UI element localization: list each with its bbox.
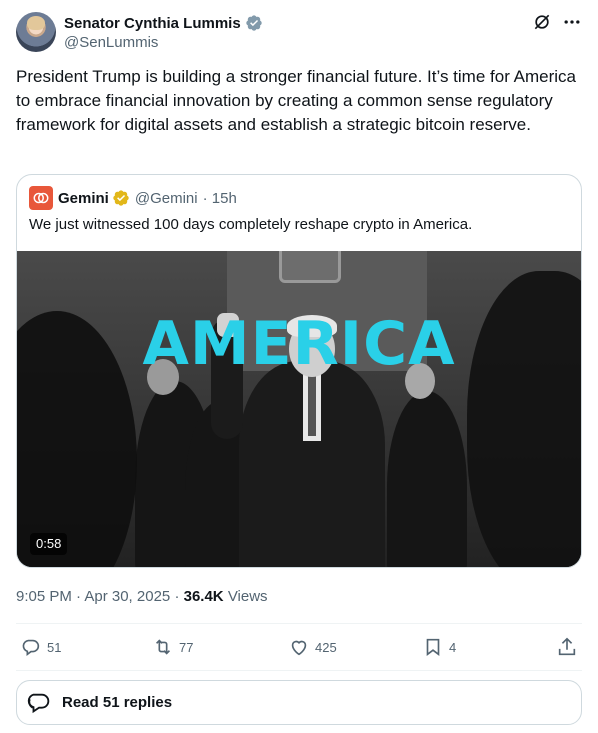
video-player[interactable]: AMERICA 0:58	[17, 251, 581, 567]
video-overlay-text: AMERICA	[142, 309, 456, 379]
like-button[interactable]: 425	[288, 636, 337, 658]
post-header: Senator Cynthia Lummis @SenLummis	[16, 12, 582, 54]
quoted-post-text: We just witnessed 100 days completely re…	[29, 216, 473, 233]
like-icon	[291, 640, 307, 656]
author-name[interactable]: Senator Cynthia Lummis	[64, 15, 241, 32]
replies-bubble-icon	[27, 693, 50, 713]
divider	[16, 670, 582, 671]
quoted-post-header: Gemini @Gemini · 15h	[29, 186, 237, 210]
gemini-logo[interactable]	[29, 186, 53, 210]
views-count: 36.4K	[183, 588, 224, 605]
quoted-post-age: · 15h	[202, 189, 237, 207]
post-text: President Trump is building a stronger f…	[16, 67, 576, 134]
post-timestamp[interactable]: 9:05 PM · Apr 30, 2025	[16, 588, 170, 605]
read-replies-button[interactable]: Read 51 replies	[16, 680, 582, 725]
bookmark-count: 4	[449, 639, 457, 655]
share-button[interactable]	[556, 636, 578, 658]
bookmark-icon	[426, 638, 440, 656]
share-icon	[558, 637, 576, 656]
reply-count: 51	[47, 639, 62, 655]
post-meta: 9:05 PM · Apr 30, 2025 · 36.4K Views	[16, 588, 268, 605]
more-icon[interactable]	[562, 12, 582, 32]
author-handle[interactable]: @SenLummis	[64, 34, 263, 51]
like-count: 425	[315, 639, 337, 655]
repost-icon	[155, 639, 171, 655]
repost-button[interactable]: 77	[152, 636, 193, 658]
author-avatar[interactable]	[16, 12, 56, 52]
reply-button[interactable]: 51	[20, 636, 61, 658]
video-duration-badge: 0:58	[30, 533, 68, 555]
views-label: Views	[227, 588, 268, 605]
quoted-post[interactable]: Gemini @Gemini · 15h We just witnessed 1…	[16, 174, 582, 568]
quoted-author-name[interactable]: Gemini	[58, 190, 109, 207]
quoted-author-handle[interactable]: @Gemini	[135, 190, 198, 207]
reply-icon	[22, 639, 40, 656]
grok-icon[interactable]	[532, 12, 552, 32]
repost-count: 77	[179, 639, 194, 655]
author-block: Senator Cynthia Lummis @SenLummis	[64, 13, 263, 51]
divider	[16, 623, 582, 624]
read-replies-label: Read 51 replies	[62, 694, 173, 711]
bookmark-button[interactable]: 4	[422, 636, 456, 658]
action-bar: 51 77 425 4	[16, 636, 582, 660]
verified-gold-icon[interactable]	[112, 189, 130, 207]
verified-blue-icon[interactable]	[245, 14, 263, 32]
